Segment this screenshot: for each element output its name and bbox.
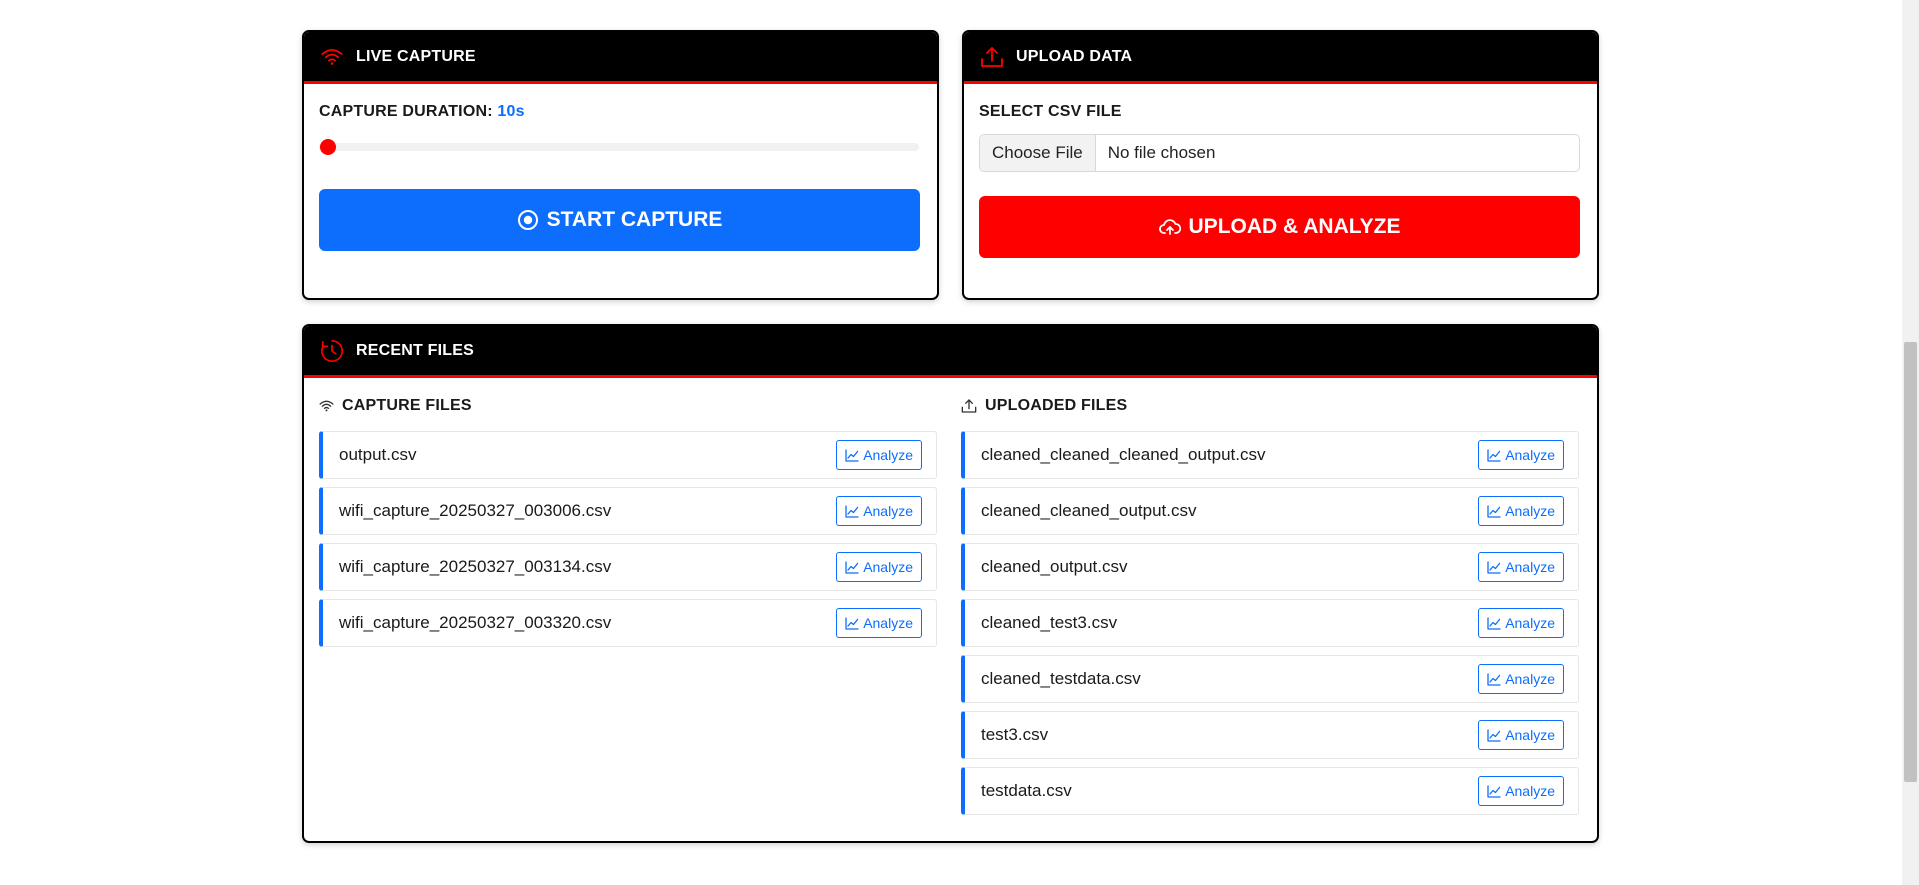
record-icon: [517, 209, 539, 231]
file-item: output.csv Analyze: [319, 431, 937, 479]
analyze-button[interactable]: Analyze: [1478, 440, 1564, 470]
capture-duration-value: 10s: [497, 103, 525, 120]
upload-analyze-button[interactable]: UPLOAD & ANALYZE: [979, 196, 1580, 258]
file-name: wifi_capture_20250327_003134.csv: [339, 557, 612, 576]
chart-line-icon: [845, 504, 859, 518]
analyze-button[interactable]: Analyze: [836, 440, 922, 470]
chart-line-icon: [1487, 672, 1501, 686]
file-item: test3.csv Analyze: [961, 711, 1579, 759]
analyze-button[interactable]: Analyze: [1478, 720, 1564, 750]
file-name: cleaned_cleaned_cleaned_output.csv: [981, 445, 1266, 464]
analyze-label: Analyze: [1505, 615, 1555, 631]
capture-duration-text: CAPTURE DURATION:: [319, 103, 493, 120]
recent-files-header: RECENT FILES: [304, 326, 1597, 378]
analyze-label: Analyze: [863, 615, 913, 631]
analyze-button[interactable]: Analyze: [836, 552, 922, 582]
file-item: cleaned_cleaned_cleaned_output.csv Analyz…: [961, 431, 1579, 479]
select-csv-label: SELECT CSV FILE: [979, 103, 1122, 120]
analyze-label: Analyze: [1505, 727, 1555, 743]
analyze-label: Analyze: [1505, 559, 1555, 575]
page-scrollbar-thumb[interactable]: [1904, 342, 1917, 782]
file-item: testdata.csv Analyze: [961, 767, 1579, 815]
file-item: wifi_capture_20250327_003134.csv Analyze: [319, 543, 937, 591]
capture-duration-label: CAPTURE DURATION: 10s: [319, 103, 525, 121]
file-name: wifi_capture_20250327_003320.csv: [339, 613, 612, 632]
wifi-icon: [320, 45, 344, 69]
chart-line-icon: [1487, 728, 1501, 742]
file-name: cleaned_testdata.csv: [981, 669, 1141, 688]
file-name: wifi_capture_20250327_003006.csv: [339, 501, 612, 520]
file-item: cleaned_testdata.csv Analyze: [961, 655, 1579, 703]
chart-line-icon: [1487, 784, 1501, 798]
file-item: wifi_capture_20250327_003006.csv Analyze: [319, 487, 937, 535]
capture-duration-slider-thumb[interactable]: [320, 139, 336, 155]
upload-icon: [961, 398, 977, 414]
chart-line-icon: [1487, 448, 1501, 462]
uploaded-files-heading: UPLOADED FILES: [961, 397, 1127, 415]
choose-file-button[interactable]: Choose File: [980, 135, 1096, 171]
upload-analyze-label: UPLOAD & ANALYZE: [1188, 215, 1401, 238]
clock-icon: [320, 339, 344, 363]
file-item: cleaned_cleaned_output.csv Analyze: [961, 487, 1579, 535]
file-name: testdata.csv: [981, 781, 1072, 800]
analyze-label: Analyze: [1505, 503, 1555, 519]
capture-files-list: output.csv Analyze wifi_capture_20250327_0…: [319, 431, 937, 655]
file-name: cleaned_output.csv: [981, 557, 1128, 576]
capture-files-title: CAPTURE FILES: [342, 397, 472, 414]
file-name: cleaned_cleaned_output.csv: [981, 501, 1197, 520]
file-name: cleaned_test3.csv: [981, 613, 1118, 632]
file-name: output.csv: [339, 445, 417, 464]
analyze-button[interactable]: Analyze: [1478, 496, 1564, 526]
start-capture-label: START CAPTURE: [546, 208, 723, 231]
file-chosen-text: No file chosen: [1107, 143, 1216, 162]
upload-data-card: UPLOAD DATA SELECT CSV FILE Choose File …: [962, 30, 1599, 300]
analyze-label: Analyze: [863, 447, 913, 463]
file-item: wifi_capture_20250327_003320.csv Analyze: [319, 599, 937, 647]
recent-files-card: RECENT FILES CAPTURE FILES output.csv Ana…: [302, 324, 1599, 843]
chart-line-icon: [845, 560, 859, 574]
analyze-button[interactable]: Analyze: [1478, 552, 1564, 582]
file-item: cleaned_test3.csv Analyze: [961, 599, 1579, 647]
upload-data-header: UPLOAD DATA: [964, 32, 1597, 84]
analyze-label: Analyze: [863, 503, 913, 519]
analyze-label: Analyze: [863, 559, 913, 575]
csv-file-input[interactable]: Choose File No file chosen: [979, 134, 1580, 172]
uploaded-files-title: UPLOADED FILES: [985, 397, 1128, 414]
file-name: test3.csv: [981, 725, 1049, 744]
analyze-label: Analyze: [1505, 671, 1555, 687]
live-capture-header: LIVE CAPTURE: [304, 32, 937, 84]
live-capture-card: LIVE CAPTURE CAPTURE DURATION: 10s START…: [302, 30, 939, 300]
analyze-button[interactable]: Analyze: [1478, 776, 1564, 806]
analyze-button[interactable]: Analyze: [1478, 608, 1564, 638]
live-capture-title: LIVE CAPTURE: [356, 47, 476, 65]
capture-duration-slider[interactable]: [319, 143, 919, 151]
analyze-label: Analyze: [1505, 447, 1555, 463]
upload-icon: [980, 45, 1004, 69]
upload-data-title: UPLOAD DATA: [1016, 47, 1133, 65]
chart-line-icon: [1487, 560, 1501, 574]
chart-line-icon: [845, 448, 859, 462]
capture-files-heading: CAPTURE FILES: [319, 397, 472, 415]
cloud-upload-icon: [1158, 218, 1181, 236]
recent-files-title: RECENT FILES: [356, 341, 474, 359]
analyze-button[interactable]: Analyze: [836, 608, 922, 638]
start-capture-button[interactable]: START CAPTURE: [319, 189, 920, 251]
chart-line-icon: [1487, 616, 1501, 630]
analyze-button[interactable]: Analyze: [836, 496, 922, 526]
chart-line-icon: [1487, 504, 1501, 518]
wifi-icon: [319, 400, 334, 412]
uploaded-files-list: cleaned_cleaned_cleaned_output.csv Analyz…: [961, 431, 1579, 823]
file-item: cleaned_output.csv Analyze: [961, 543, 1579, 591]
analyze-label: Analyze: [1505, 783, 1555, 799]
analyze-button[interactable]: Analyze: [1478, 664, 1564, 694]
chart-line-icon: [845, 616, 859, 630]
page-scrollbar[interactable]: [1902, 0, 1919, 885]
